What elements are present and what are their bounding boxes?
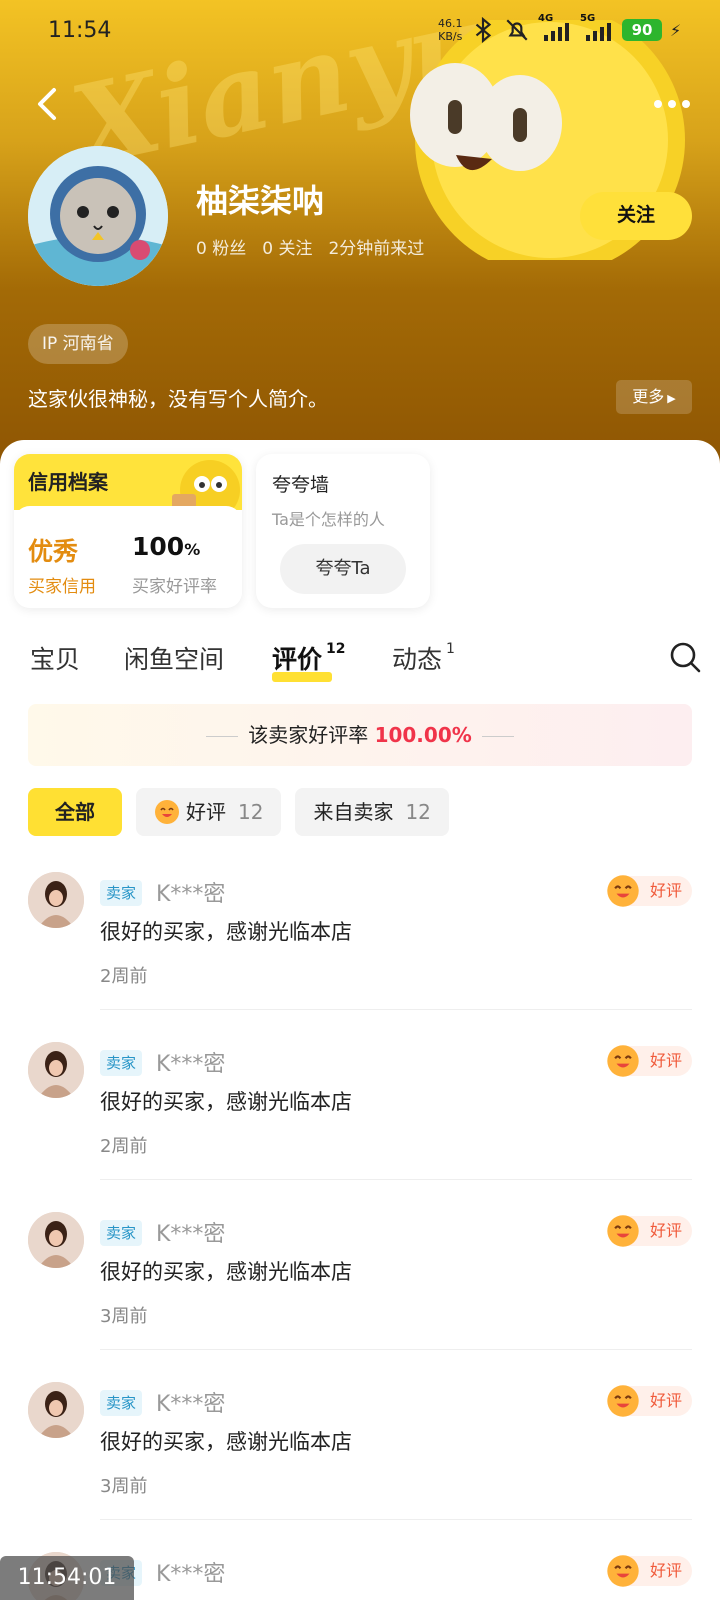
tab-reviews[interactable]: 评价 12: [272, 640, 346, 676]
profile-tabs: 宝贝 闲鱼空间 评价 12 动态 1: [0, 630, 720, 690]
credit-rating-label: 买家信用: [28, 577, 96, 597]
positive-badge: 好评: [607, 1555, 692, 1587]
triangle-right-icon: ▶: [667, 392, 676, 405]
positive-badge: 好评: [607, 1215, 692, 1247]
status-time: 11:54: [48, 18, 112, 43]
divider: [100, 1349, 692, 1350]
praise-button[interactable]: 夸夸Ta: [280, 544, 406, 594]
seller-tag: 卖家: [100, 1050, 143, 1076]
positive-badge: 好评: [607, 1385, 692, 1417]
avatar-cat-illustration: [28, 146, 168, 286]
positive-rate: 100%: [132, 532, 201, 561]
smile-face-icon: [607, 1215, 639, 1247]
user-avatar[interactable]: [28, 146, 168, 286]
user-bio: 这家伙很神秘，没有写个人简介。: [28, 387, 328, 411]
back-arrow-icon[interactable]: [28, 82, 68, 126]
positive-badge: 好评: [607, 875, 692, 907]
profile-header: Xianyu 11:54 46.1 KB/s 4G 5G 90 ⚡ 柚柒柒呐 0…: [0, 0, 720, 470]
review-text: 很好的买家，感谢光临本店: [100, 1260, 352, 1284]
review-text: 很好的买家，感谢光临本店: [100, 1090, 352, 1114]
review-filters: 全部 好评 12 来自卖家 12: [28, 788, 449, 836]
follow-button[interactable]: 关注: [580, 192, 692, 240]
bio-more-button[interactable]: 更多 ▶: [616, 380, 692, 414]
status-bar: 11:54 46.1 KB/s 4G 5G 90 ⚡: [0, 0, 720, 66]
smile-face-icon: [607, 1385, 639, 1417]
filter-from-seller[interactable]: 来自卖家 12: [295, 788, 449, 836]
review-time: 3周前: [100, 1476, 148, 1497]
seller-tag: 卖家: [100, 880, 143, 906]
credit-rating: 优秀: [28, 537, 79, 566]
tab-space[interactable]: 闲鱼空间: [124, 640, 224, 676]
seller-tag: 卖家: [100, 1390, 143, 1416]
reviewer-name: K***密: [156, 882, 226, 907]
reviewer-avatar: [28, 1212, 84, 1268]
reviewer-avatar: [28, 1382, 84, 1438]
more-options-icon[interactable]: [650, 92, 694, 116]
following-count[interactable]: 0 关注: [262, 234, 312, 259]
status-icons: 4G 5G 90 ⚡: [470, 13, 682, 43]
smile-face-icon: [155, 800, 179, 824]
user-stats: 0 粉丝 0 关注 2分钟前来过: [196, 234, 424, 259]
positive-rate-label: 买家好评率: [132, 577, 217, 597]
smile-face-icon: [607, 1555, 639, 1587]
review-item[interactable]: 卖家 K***密 好评 很好的买家，感谢光临本店 3周前: [0, 1212, 720, 1382]
charging-icon: ⚡: [670, 20, 682, 40]
reviewer-avatar: [28, 872, 84, 928]
praise-wall-card[interactable]: 夸夸墙 Ta是个怎样的人 夸夸Ta: [256, 454, 430, 608]
review-time: 3周前: [100, 1306, 148, 1327]
screen-recording-time: 11:54:01: [0, 1556, 134, 1600]
review-text: 很好的买家，感谢光临本店: [100, 1430, 352, 1454]
seller-rate-banner: 该卖家好评率 100.00%: [28, 704, 692, 766]
smile-face-icon: [607, 875, 639, 907]
bluetooth-icon: [475, 17, 492, 43]
credit-profile-card[interactable]: 信用档案 优秀 买家信用 100% 买家好评率: [14, 454, 242, 608]
review-time: 2周前: [100, 1136, 148, 1157]
tab-activity[interactable]: 动态 1: [392, 640, 455, 676]
seller-tag: 卖家: [100, 1220, 143, 1246]
search-icon[interactable]: [668, 640, 702, 674]
followers-count[interactable]: 0 粉丝: [196, 234, 246, 259]
review-time: 2周前: [100, 966, 148, 987]
divider: [100, 1009, 692, 1010]
reviewer-name: K***密: [156, 1222, 226, 1247]
reviewer-name: K***密: [156, 1562, 226, 1587]
review-item[interactable]: 卖家 K***密 好评 很好的买家，感谢光临本店 2周前: [0, 872, 720, 1042]
credit-title: 信用档案: [28, 470, 108, 494]
signal-4g-icon: 4G: [538, 13, 572, 43]
battery-icon: 90: [622, 19, 662, 41]
signal-5g-icon: 5G: [580, 13, 614, 43]
reviewer-name: K***密: [156, 1392, 226, 1417]
ip-location-tag: IP 河南省: [28, 324, 128, 364]
review-text: 很好的买家，感谢光临本店: [100, 920, 352, 944]
smile-face-icon: [607, 1045, 639, 1077]
reviewer-avatar: [28, 1042, 84, 1098]
credit-details: 优秀 买家信用 100% 买家好评率: [14, 506, 242, 608]
review-item[interactable]: 卖家 K***密 好评 很好的买家，感谢光临本店 2周前: [0, 1042, 720, 1212]
reviewer-name: K***密: [156, 1052, 226, 1077]
review-item[interactable]: 卖家 K***密 好评 很好的买家，感谢光临本店 3周前: [0, 1382, 720, 1552]
username: 柚柒柒呐: [196, 182, 325, 220]
last-seen: 2分钟前来过: [328, 239, 425, 259]
tab-items[interactable]: 宝贝: [30, 640, 80, 676]
praise-subtitle: Ta是个怎样的人: [272, 510, 385, 529]
positive-badge: 好评: [607, 1045, 692, 1077]
praise-title: 夸夸墙: [272, 474, 330, 496]
filter-all[interactable]: 全部: [28, 788, 122, 836]
content-sheet: 信用档案 优秀 买家信用 100% 买家好评率 夸夸墙 Ta是个怎样的人 夸夸T…: [0, 440, 720, 1600]
divider: [100, 1179, 692, 1180]
mute-icon: [506, 19, 528, 41]
filter-positive[interactable]: 好评 12: [136, 788, 282, 836]
network-speed: 46.1 KB/s: [438, 17, 463, 43]
seller-rate-value: 100.00%: [374, 723, 472, 747]
divider: [100, 1519, 692, 1520]
